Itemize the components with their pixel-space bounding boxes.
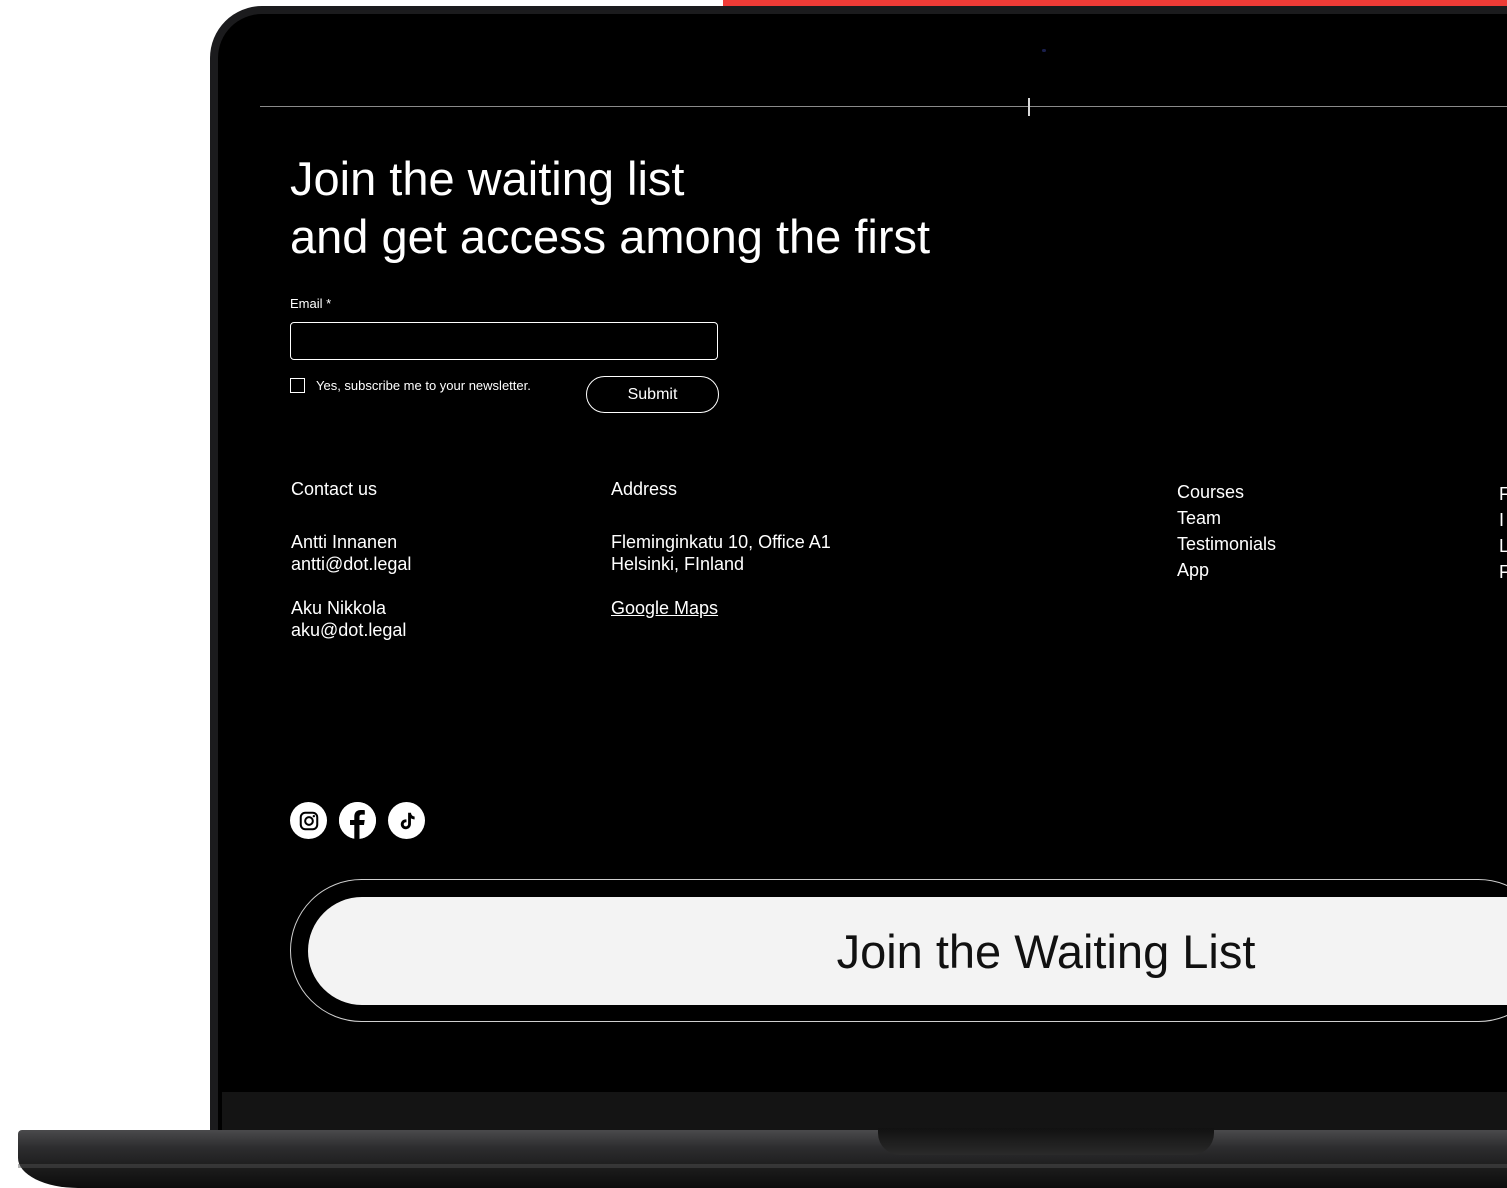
email-field[interactable] bbox=[290, 322, 718, 360]
nav-item-testimonials[interactable]: Testimonials bbox=[1177, 531, 1276, 557]
nav-item-courses[interactable]: Courses bbox=[1177, 479, 1276, 505]
address-line-1: Fleminginkatu 10, Office A1 bbox=[611, 532, 831, 552]
nav-item-clipped[interactable]: F bbox=[1499, 559, 1507, 585]
google-maps-link[interactable]: Google Maps bbox=[611, 598, 718, 618]
nav-item-clipped[interactable]: I bbox=[1499, 507, 1507, 533]
laptop-notch bbox=[878, 1128, 1214, 1155]
footer-nav-secondary: F I L F bbox=[1499, 481, 1507, 585]
nav-item-app[interactable]: App bbox=[1177, 557, 1276, 583]
facebook-icon[interactable] bbox=[339, 802, 376, 839]
screen-bottom-strip bbox=[222, 1092, 1507, 1134]
join-waiting-list-label[interactable]: Join the Waiting List bbox=[740, 897, 1352, 1005]
email-label: Email * bbox=[290, 296, 332, 311]
tiktok-icon[interactable] bbox=[388, 802, 425, 839]
contact-heading: Contact us bbox=[291, 479, 378, 499]
address-line-2: Helsinki, FInland bbox=[611, 554, 745, 574]
subscribe-checkbox[interactable] bbox=[290, 378, 305, 393]
camera-dot bbox=[1042, 49, 1046, 52]
google-maps-link-wrap: Google Maps bbox=[611, 597, 718, 619]
contact-email[interactable]: aku@dot.legal bbox=[291, 619, 406, 641]
instagram-icon[interactable] bbox=[290, 802, 327, 839]
waiting-list-headline: Join the waiting list and get access amo… bbox=[290, 150, 930, 266]
text-cursor bbox=[1028, 98, 1030, 116]
headline-line-2: and get access among the first bbox=[290, 210, 931, 263]
contact-email[interactable]: antti@dot.legal bbox=[291, 553, 411, 575]
subscribe-label[interactable]: Yes, subscribe me to your newsletter. bbox=[316, 378, 531, 393]
nav-item-clipped[interactable]: F bbox=[1499, 481, 1507, 507]
address-heading: Address bbox=[611, 479, 678, 499]
laptop-base-lip bbox=[18, 1164, 1507, 1168]
submit-button[interactable]: Submit bbox=[586, 376, 719, 413]
contact-name: Aku Nikkola bbox=[291, 598, 387, 618]
footer-nav: Courses Team Testimonials App bbox=[1177, 479, 1276, 583]
headline-line-1: Join the waiting list bbox=[290, 152, 685, 205]
nav-item-team[interactable]: Team bbox=[1177, 505, 1276, 531]
contact-name: Antti Innanen bbox=[291, 532, 398, 552]
nav-item-clipped[interactable]: L bbox=[1499, 533, 1507, 559]
divider bbox=[260, 106, 1507, 107]
laptop-base bbox=[18, 1130, 1507, 1188]
